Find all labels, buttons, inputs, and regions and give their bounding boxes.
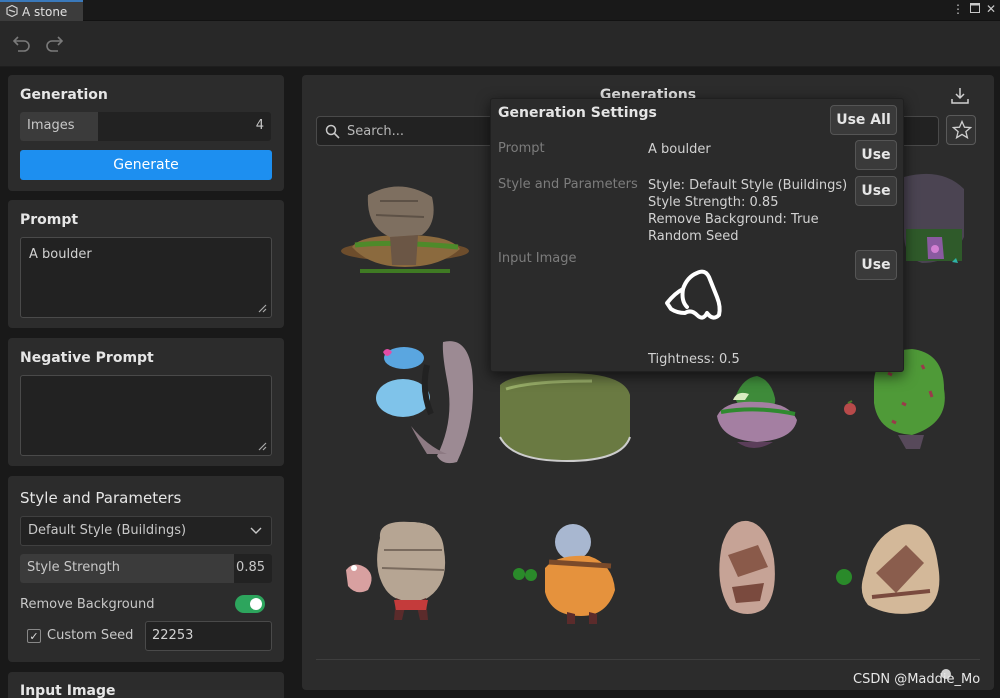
- custom-seed-checkbox[interactable]: ✓: [27, 629, 41, 643]
- popup-style-line: Random Seed: [648, 229, 739, 244]
- star-icon: [952, 120, 972, 140]
- favorites-button[interactable]: [946, 115, 976, 145]
- style-title: Style and Parameters: [20, 489, 182, 507]
- use-prompt-button[interactable]: Use: [855, 140, 897, 170]
- generation-thumbnail[interactable]: [330, 175, 480, 325]
- images-value: 4: [255, 118, 264, 133]
- prompt-input[interactable]: A boulder: [20, 237, 272, 318]
- style-card: Style and Parameters Default Style (Buil…: [8, 476, 284, 662]
- input-image-card: Input Image: [8, 672, 284, 698]
- generate-button[interactable]: Generate: [20, 150, 272, 180]
- resize-grip-icon[interactable]: [258, 442, 267, 451]
- watermark-text: CSDN @Maddie_Mo: [853, 672, 981, 687]
- remove-background-label: Remove Background: [20, 597, 155, 612]
- tab-bar: A stone ⋮ ✕: [0, 0, 1000, 21]
- prompt-card: Prompt A boulder: [8, 200, 284, 328]
- use-input-image-button[interactable]: Use: [855, 250, 897, 280]
- popup-tightness: Tightness: 0.5: [648, 352, 740, 367]
- custom-seed-label: Custom Seed: [47, 628, 134, 643]
- negative-prompt-card: Negative Prompt: [8, 338, 284, 466]
- generation-thumbnail[interactable]: [697, 370, 847, 520]
- prompt-title: Prompt: [20, 212, 79, 228]
- style-strength-label: Style Strength: [27, 560, 121, 575]
- tab-title: A stone: [22, 4, 68, 19]
- prompt-text: A boulder: [29, 247, 92, 262]
- search-icon: [325, 124, 340, 139]
- generation-thumbnail[interactable]: [347, 330, 497, 480]
- generation-thumbnail[interactable]: [332, 510, 482, 660]
- generation-thumbnail[interactable]: [832, 515, 982, 665]
- resize-grip-icon[interactable]: [258, 304, 267, 313]
- style-strength-value: 0.85: [236, 560, 265, 575]
- maximize-icon[interactable]: [969, 2, 980, 16]
- use-style-button[interactable]: Use: [855, 176, 897, 206]
- images-slider[interactable]: Images 4: [20, 112, 271, 141]
- undo-icon[interactable]: [11, 33, 33, 55]
- remove-background-toggle[interactable]: [235, 595, 265, 613]
- popup-style-label: Style and Parameters: [498, 177, 638, 192]
- unity-logo-icon: [6, 2, 18, 21]
- generation-thumbnail[interactable]: [492, 365, 642, 515]
- images-label: Images: [27, 118, 75, 133]
- seed-input[interactable]: 22253: [145, 621, 272, 651]
- toolbar: [0, 21, 1000, 67]
- popup-style-line: Style: Default Style (Buildings): [648, 178, 848, 193]
- popup-title: Generation Settings: [498, 105, 657, 121]
- generation-settings-popup: Generation Settings Use All Prompt A bou…: [490, 98, 904, 372]
- use-all-button[interactable]: Use All: [830, 105, 897, 135]
- generation-thumbnail[interactable]: [672, 515, 822, 665]
- chevron-down-icon: [250, 527, 262, 534]
- popup-style-line: Style Strength: 0.85: [648, 195, 779, 210]
- more-icon[interactable]: ⋮: [952, 2, 964, 16]
- style-dropdown-value: Default Style (Buildings): [28, 523, 187, 538]
- negative-prompt-title: Negative Prompt: [20, 350, 154, 366]
- popup-input-image-label: Input Image: [498, 251, 577, 266]
- popup-prompt-value: A boulder: [648, 142, 711, 157]
- download-icon[interactable]: [949, 85, 971, 107]
- close-icon[interactable]: ✕: [986, 2, 996, 16]
- input-sketch-image: [665, 269, 722, 320]
- search-placeholder: Search...: [347, 124, 405, 139]
- tab-a-stone[interactable]: A stone: [0, 0, 83, 21]
- style-strength-slider[interactable]: Style Strength 0.85: [20, 554, 272, 583]
- generation-thumbnail[interactable]: [497, 520, 647, 670]
- popup-style-line: Remove Background: True: [648, 212, 819, 227]
- style-dropdown[interactable]: Default Style (Buildings): [20, 516, 272, 546]
- popup-style-values: Style: Default Style (Buildings) Style S…: [648, 177, 847, 245]
- redo-icon[interactable]: [43, 33, 65, 55]
- negative-prompt-input[interactable]: [20, 375, 272, 456]
- popup-prompt-label: Prompt: [498, 141, 545, 156]
- generation-title: Generation: [20, 87, 108, 103]
- input-image-title: Input Image: [20, 683, 116, 698]
- generation-card: Generation Images 4 Generate: [8, 75, 284, 191]
- scroll-divider: [316, 659, 980, 660]
